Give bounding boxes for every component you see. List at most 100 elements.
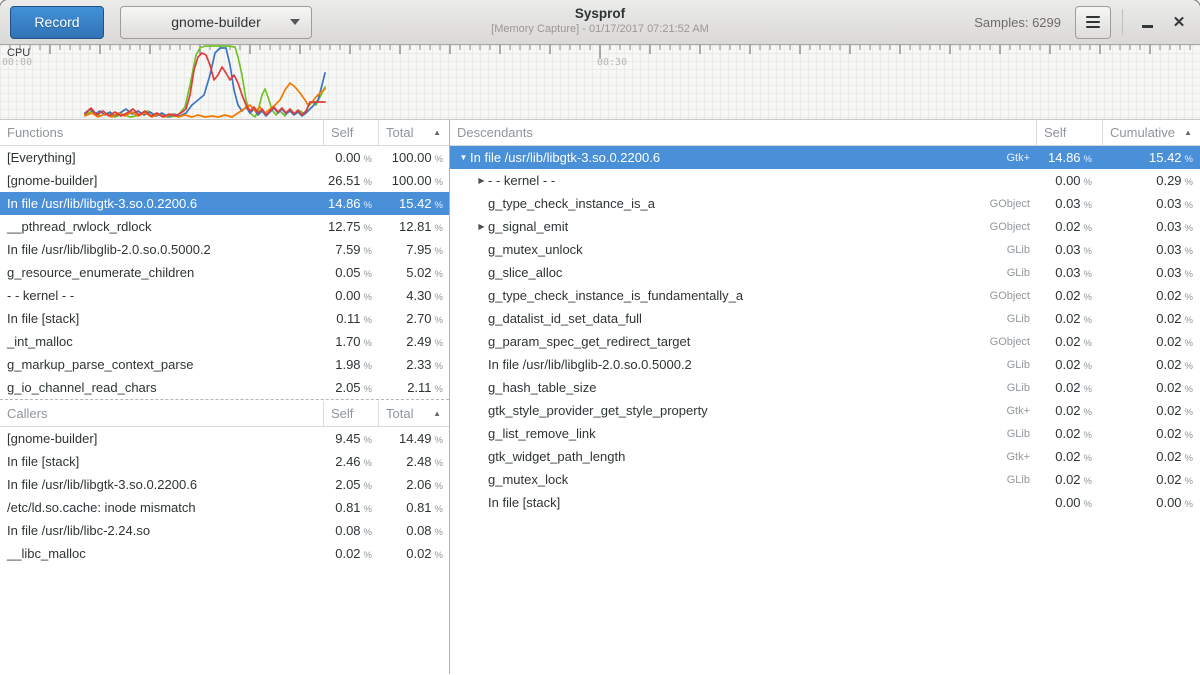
tree-row[interactable]: ▶g_signal_emitGObject0.02%0.03% xyxy=(450,215,1200,238)
table-row[interactable]: In file [stack]0.11%2.70% xyxy=(0,307,449,330)
window-title: Sysprof xyxy=(390,6,810,21)
column-header-cumulative[interactable]: Cumulative ▲ xyxy=(1103,120,1200,145)
column-header-functions[interactable]: Functions xyxy=(0,120,324,145)
percent-sign: % xyxy=(435,361,443,372)
self-percent: 0.02% xyxy=(1037,449,1103,464)
table-row[interactable]: In file /usr/lib/libglib-2.0.so.0.5000.2… xyxy=(0,238,449,261)
time-tick-start: 00:00 xyxy=(2,57,32,68)
percent-sign: % xyxy=(364,527,372,538)
column-header-callers[interactable]: Callers xyxy=(0,401,324,426)
process-selector-dropdown[interactable]: gnome-builder xyxy=(120,6,312,39)
descendants-table-header: Descendants Self Cumulative ▲ xyxy=(450,120,1200,146)
function-name: ▶- - kernel - - xyxy=(450,169,1037,192)
table-row[interactable]: /etc/ld.so.cache: inode mismatch0.81%0.8… xyxy=(0,496,449,519)
percent-sign: % xyxy=(435,550,443,561)
percent-sign: % xyxy=(364,384,372,395)
minimize-button[interactable] xyxy=(1134,9,1160,35)
table-row[interactable]: g_markup_parse_context_parse1.98%2.33% xyxy=(0,353,449,376)
percent-sign: % xyxy=(1084,384,1092,395)
sort-ascending-icon: ▲ xyxy=(433,120,441,145)
tree-row[interactable]: gtk_widget_path_lengthGtk+0.02%0.02% xyxy=(450,445,1200,468)
tree-row[interactable]: g_mutex_lockGLib0.02%0.02% xyxy=(450,468,1200,491)
table-row[interactable]: In file /usr/lib/libgtk-3.so.0.2200.614.… xyxy=(0,192,449,215)
table-row[interactable]: g_resource_enumerate_children0.05%5.02% xyxy=(0,261,449,284)
column-header-descendants[interactable]: Descendants xyxy=(450,120,1037,145)
tree-row[interactable]: g_type_check_instance_is_fundamentally_a… xyxy=(450,284,1200,307)
tree-row[interactable]: ▼In file /usr/lib/libgtk-3.so.0.2200.6Gt… xyxy=(450,146,1200,169)
table-row[interactable]: In file /usr/lib/libgtk-3.so.0.2200.62.0… xyxy=(0,473,449,496)
cpu-usage-graph[interactable]: CPU 00:00 00:30 xyxy=(0,45,1200,120)
percent-sign: % xyxy=(435,384,443,395)
table-row[interactable]: g_io_channel_read_chars2.05%2.11% xyxy=(0,376,449,399)
tree-row[interactable]: g_slice_allocGLib0.03%0.03% xyxy=(450,261,1200,284)
record-button[interactable]: Record xyxy=(10,6,104,39)
library-tag: GLib xyxy=(1007,244,1037,256)
tree-row[interactable]: In file /usr/lib/libglib-2.0.so.0.5000.2… xyxy=(450,353,1200,376)
tree-row[interactable]: ▶- - kernel - -0.00%0.29% xyxy=(450,169,1200,192)
sort-ascending-icon: ▲ xyxy=(1184,120,1192,145)
function-label: gtk_widget_path_length xyxy=(488,449,625,464)
tree-row[interactable]: g_mutex_unlockGLib0.03%0.03% xyxy=(450,238,1200,261)
tree-row[interactable]: In file [stack]0.00%0.00% xyxy=(450,491,1200,514)
table-row[interactable]: - - kernel - -0.00%4.30% xyxy=(0,284,449,307)
titlebar: Sysprof [Memory Capture] - 01/17/2017 07… xyxy=(390,6,810,35)
function-name: In file /usr/lib/libglib-2.0.so.0.5000.2 xyxy=(0,238,324,261)
table-row[interactable]: _int_malloc1.70%2.49% xyxy=(0,330,449,353)
expander-closed-icon[interactable]: ▶ xyxy=(475,222,488,231)
percent-sign: % xyxy=(1084,177,1092,188)
tree-row[interactable]: g_param_spec_get_redirect_targetGObject0… xyxy=(450,330,1200,353)
tree-row[interactable]: g_type_check_instance_is_aGObject0.03%0.… xyxy=(450,192,1200,215)
function-label: g_type_check_instance_is_fundamentally_a xyxy=(488,288,743,303)
percent-sign: % xyxy=(1084,453,1092,464)
table-row[interactable]: In file [stack]2.46%2.48% xyxy=(0,450,449,473)
function-label: g_list_remove_link xyxy=(488,426,596,441)
table-row[interactable]: [Everything]0.00%100.00% xyxy=(0,146,449,169)
total-percent: 2.70% xyxy=(379,311,449,326)
percent-sign: % xyxy=(435,269,443,280)
column-header-total[interactable]: Total ▲ xyxy=(379,401,449,426)
column-header-self[interactable]: Self xyxy=(1037,120,1103,145)
column-header-total[interactable]: Total ▲ xyxy=(379,120,449,145)
self-percent: 0.02% xyxy=(1037,311,1103,326)
function-label: g_hash_table_size xyxy=(488,380,596,395)
self-percent: 0.00% xyxy=(324,288,379,303)
hamburger-menu-button[interactable] xyxy=(1075,6,1111,39)
table-row[interactable]: __pthread_rwlock_rdlock12.75%12.81% xyxy=(0,215,449,238)
tree-row[interactable]: g_hash_table_sizeGLib0.02%0.02% xyxy=(450,376,1200,399)
close-button[interactable]: ✕ xyxy=(1166,9,1192,35)
percent-sign: % xyxy=(1084,200,1092,211)
self-percent: 2.46% xyxy=(324,454,379,469)
table-row[interactable]: __libc_malloc0.02%0.02% xyxy=(0,542,449,565)
column-header-self[interactable]: Self xyxy=(324,120,379,145)
function-name: [gnome-builder] xyxy=(0,169,324,192)
percent-sign: % xyxy=(435,315,443,326)
library-tag: GLib xyxy=(1007,267,1037,279)
expander-open-icon[interactable]: ▼ xyxy=(457,153,470,162)
function-label: g_mutex_unlock xyxy=(488,242,583,257)
function-name: g_list_remove_link GLib xyxy=(450,422,1037,445)
total-percent: 7.95% xyxy=(379,242,449,257)
self-percent: 0.02% xyxy=(1037,219,1103,234)
main-content: Functions Self Total ▲ [Everything]0.00%… xyxy=(0,120,1200,674)
tree-row[interactable]: g_datalist_id_set_data_fullGLib0.02%0.02… xyxy=(450,307,1200,330)
expander-closed-icon[interactable]: ▶ xyxy=(475,176,488,185)
library-tag: GLib xyxy=(1007,382,1037,394)
self-percent: 12.75% xyxy=(324,219,379,234)
percent-sign: % xyxy=(1185,338,1193,349)
function-label: g_slice_alloc xyxy=(488,265,562,280)
tree-row[interactable]: g_list_remove_linkGLib0.02%0.02% xyxy=(450,422,1200,445)
table-row[interactable]: In file /usr/lib/libc-2.24.so0.08%0.08% xyxy=(0,519,449,542)
table-row[interactable]: [gnome-builder]26.51%100.00% xyxy=(0,169,449,192)
function-label: g_datalist_id_set_data_full xyxy=(488,311,642,326)
column-header-self[interactable]: Self xyxy=(324,401,379,426)
self-percent: 0.08% xyxy=(324,523,379,538)
self-percent: 0.11% xyxy=(324,311,379,326)
percent-sign: % xyxy=(1185,154,1193,165)
library-tag: GLib xyxy=(1007,359,1037,371)
table-row[interactable]: [gnome-builder]9.45%14.49% xyxy=(0,427,449,450)
percent-sign: % xyxy=(435,200,443,211)
percent-sign: % xyxy=(435,154,443,165)
tree-row[interactable]: gtk_style_provider_get_style_propertyGtk… xyxy=(450,399,1200,422)
function-name: In file /usr/lib/libgtk-3.so.0.2200.6 xyxy=(0,473,324,496)
library-tag: GLib xyxy=(1007,428,1037,440)
